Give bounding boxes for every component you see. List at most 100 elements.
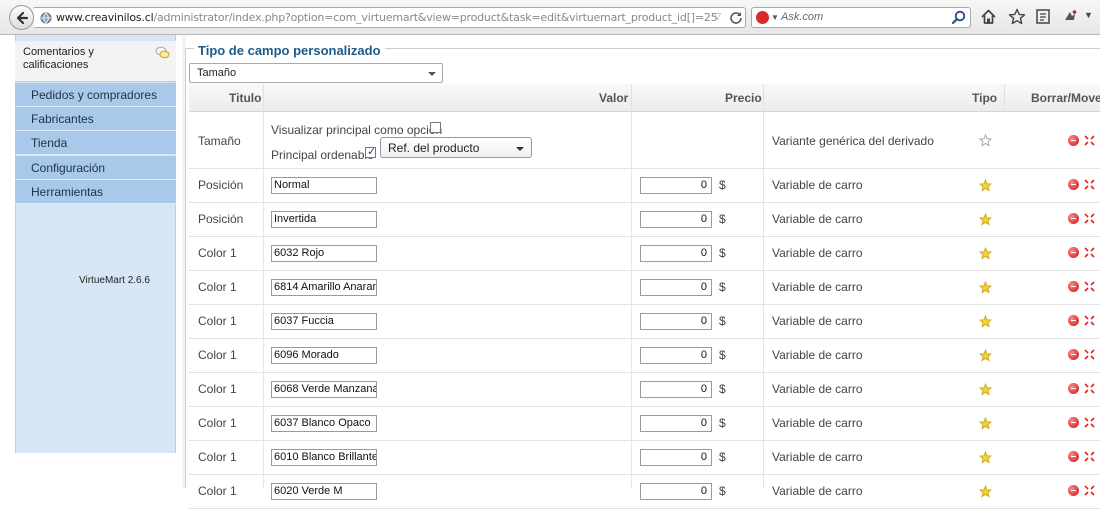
value-input[interactable]: 6096 Morado: [271, 347, 377, 364]
sidebar-item-fabricantes[interactable]: Fabricantes: [15, 107, 176, 131]
row-title: Color 1: [198, 246, 237, 260]
delete-icon[interactable]: [1068, 451, 1079, 462]
table-row: Color 1 6020 Verde M 0 $ Variable de carro: [189, 475, 1100, 509]
table-row: Color 1 6096 Morado 0 $ Variable de carro: [189, 339, 1100, 373]
value-input[interactable]: 6814 Amarillo Anaranj: [271, 279, 377, 296]
sidebar-item-label: Pedidos y compradores: [31, 88, 158, 102]
move-icon[interactable]: [1084, 135, 1095, 146]
delete-icon[interactable]: [1068, 417, 1079, 428]
row-title: Color 1: [198, 484, 237, 498]
star-empty-icon: [979, 134, 992, 147]
comments-icon: [155, 46, 170, 59]
price-input[interactable]: 0: [640, 483, 712, 500]
menu-dropdown-icon[interactable]: ▼: [1084, 10, 1093, 20]
move-icon[interactable]: [1084, 383, 1095, 394]
sidebar-item-tienda[interactable]: Tienda: [15, 131, 176, 155]
delete-icon[interactable]: [1068, 213, 1079, 224]
sidebar-header-line2: calificaciones: [23, 59, 89, 71]
bookmark-star-icon[interactable]: [1008, 8, 1026, 26]
table-row: Color 1 6068 Verde Manzana 0 $ Variable de c…: [189, 373, 1100, 407]
delete-icon[interactable]: [1068, 383, 1079, 394]
col-type: Tipo: [972, 91, 998, 105]
sidebar-item-comentarios[interactable]: Comentarios y calificaciones: [15, 41, 176, 82]
reload-icon[interactable]: [729, 10, 743, 24]
url-path: /administrator/index.php?option=com_virt…: [153, 11, 718, 24]
search-input[interactable]: Ask.com: [781, 11, 823, 23]
move-icon[interactable]: [1084, 247, 1095, 258]
currency-symbol: $: [719, 382, 726, 396]
col-actions: Borrar/Mover: [1031, 91, 1100, 105]
currency-symbol: $: [719, 348, 726, 362]
row-type: Variable de carro: [772, 212, 863, 226]
value-input[interactable]: Normal: [271, 177, 377, 194]
move-icon[interactable]: [1084, 451, 1095, 462]
price-input[interactable]: 0: [640, 279, 712, 296]
sort-field-select[interactable]: Ref. del producto: [380, 137, 532, 158]
search-bar[interactable]: ▼ Ask.com: [751, 7, 971, 28]
display-main-label: Visualizar principal como opción: [271, 123, 443, 137]
price-input[interactable]: 0: [640, 313, 712, 330]
sidebar-item-herramientas[interactable]: Herramientas: [15, 180, 176, 204]
delete-icon[interactable]: [1068, 485, 1079, 496]
value-input[interactable]: Invertida: [271, 211, 377, 228]
display-main-checkbox[interactable]: [430, 122, 441, 133]
table-row: Posición Invertida 0 $ Variable de carro: [189, 203, 1100, 237]
value-input[interactable]: 6037 Fuccia: [271, 313, 377, 330]
home-icon[interactable]: [980, 8, 997, 25]
chevron-down-icon: [516, 147, 524, 151]
move-icon[interactable]: [1084, 349, 1095, 360]
star-icon: [979, 213, 992, 226]
custom-field-type-value: Tamaño: [197, 67, 237, 79]
delete-icon[interactable]: [1068, 281, 1079, 292]
price-input[interactable]: 0: [640, 449, 712, 466]
row-type: Variable de carro: [772, 246, 863, 260]
value-input[interactable]: 6032 Rojo: [271, 245, 377, 262]
delete-icon[interactable]: [1068, 135, 1079, 146]
row-title: Color 1: [198, 348, 237, 362]
move-icon[interactable]: [1084, 485, 1095, 496]
value-input[interactable]: 6068 Verde Manzana: [271, 381, 377, 398]
url-dropdown-icon[interactable]: ▽: [714, 11, 721, 22]
extension-icon[interactable]: [1062, 8, 1078, 24]
delete-icon[interactable]: [1068, 315, 1079, 326]
price-input[interactable]: 0: [640, 177, 712, 194]
sidebar-item-configuracion[interactable]: Configuración: [15, 156, 176, 180]
url-domain: www.creavinilos.cl: [56, 11, 154, 24]
price-input[interactable]: 0: [640, 211, 712, 228]
move-icon[interactable]: [1084, 417, 1095, 428]
move-icon[interactable]: [1084, 315, 1095, 326]
address-bar[interactable]: www.creavinilos.cl/administrator/index.p…: [34, 7, 746, 28]
delete-icon[interactable]: [1068, 349, 1079, 360]
price-input[interactable]: 0: [640, 381, 712, 398]
price-input[interactable]: 0: [640, 245, 712, 262]
row-type: Variable de carro: [772, 178, 863, 192]
chevron-down-icon: [428, 72, 436, 76]
sortable-checkbox[interactable]: [365, 145, 376, 158]
sidebar-item-pedidos[interactable]: Pedidos y compradores: [15, 83, 176, 107]
delete-icon[interactable]: [1068, 179, 1079, 190]
row-title: Posición: [198, 212, 244, 226]
price-input[interactable]: 0: [640, 347, 712, 364]
move-icon[interactable]: [1084, 213, 1095, 224]
currency-symbol: $: [719, 314, 726, 328]
sidebar-item-label: Fabricantes: [31, 112, 94, 126]
price-input[interactable]: 0: [640, 415, 712, 432]
move-icon[interactable]: [1084, 179, 1095, 190]
search-icon[interactable]: [951, 10, 966, 25]
bookmarks-list-icon[interactable]: [1035, 8, 1051, 25]
engine-dropdown-icon[interactable]: ▼: [771, 13, 779, 22]
delete-icon[interactable]: [1068, 247, 1079, 258]
value-input[interactable]: 6037 Blanco Opaco: [271, 415, 377, 432]
row-type: Variable de carro: [772, 348, 863, 362]
value-input[interactable]: 6010 Blanco Brillante: [271, 449, 377, 466]
move-icon[interactable]: [1084, 281, 1095, 292]
value-input[interactable]: 6020 Verde M: [271, 483, 377, 500]
ask-engine-icon[interactable]: [756, 11, 769, 24]
table-row-parent: Tamaño Visualizar principal como opción …: [189, 113, 1100, 169]
back-button[interactable]: [9, 5, 34, 30]
col-value: Valor: [599, 91, 629, 105]
fieldset-legend: Tipo de campo personalizado: [194, 43, 385, 58]
url-text: www.creavinilos.cl/administrator/index.p…: [56, 11, 718, 24]
star-icon: [979, 315, 992, 328]
custom-field-type-select[interactable]: Tamaño: [189, 63, 443, 83]
